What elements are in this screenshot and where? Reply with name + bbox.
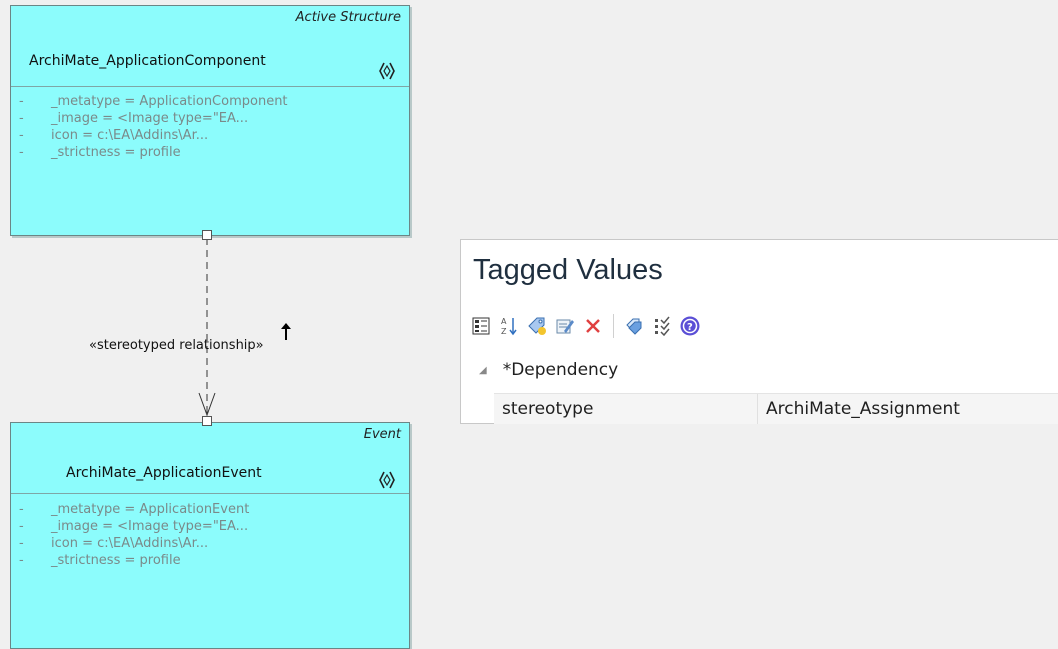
attribute-item: - _image = <Image type="EA...: [19, 111, 249, 126]
help-icon[interactable]: ?: [678, 314, 702, 338]
element-divider: [11, 493, 409, 494]
panel-title: Tagged Values: [473, 254, 663, 286]
source-element[interactable]: Active Structure ArchiMate_ApplicationCo…: [10, 5, 410, 236]
application-event-icon: [379, 471, 395, 489]
element-kind: Active Structure: [295, 10, 401, 25]
target-element[interactable]: Event ArchiMate_ApplicationEvent - _metat…: [10, 422, 410, 649]
categorized-view-icon[interactable]: [469, 314, 493, 338]
connector-target-handle[interactable]: [202, 416, 212, 426]
table-row[interactable]: stereotype ArchiMate_Assignment: [494, 393, 1058, 424]
collapse-triangle-icon[interactable]: ◢: [479, 365, 487, 376]
delete-icon[interactable]: [581, 314, 605, 338]
inherited-tags-icon[interactable]: [650, 314, 674, 338]
tagged-values-toolbar: AZ ?: [469, 312, 706, 340]
element-divider: [11, 86, 409, 87]
attribute-list: - _metatype = ApplicationEvent - _image = …: [19, 501, 249, 569]
svg-text:?: ?: [687, 322, 693, 333]
tagged-values-panel: Tagged Values AZ ? ◢ *Dependency stereot…: [460, 239, 1058, 424]
tag-groups-icon[interactable]: [622, 314, 646, 338]
toolbar-separator: [613, 314, 614, 338]
svg-text:Z: Z: [501, 327, 507, 336]
tag-name-cell[interactable]: stereotype: [494, 394, 758, 424]
attribute-item: - icon = c:\EA\Addins\Ar...: [19, 536, 209, 551]
attribute-item: - _strictness = profile: [19, 553, 181, 568]
move-cursor-icon: [281, 323, 291, 340]
tag-group-header[interactable]: ◢ *Dependency: [479, 360, 618, 380]
attribute-item: - icon = c:\EA\Addins\Ar...: [19, 128, 209, 143]
add-tag-icon[interactable]: [525, 314, 549, 338]
tag-value-cell[interactable]: ArchiMate_Assignment: [758, 399, 960, 419]
tag-group-label: *Dependency: [502, 360, 619, 380]
attribute-item: - _metatype = ApplicationComponent: [19, 94, 288, 109]
relationship-connector[interactable]: [190, 230, 230, 425]
element-kind: Event: [363, 427, 401, 442]
element-name: ArchiMate_ApplicationEvent: [66, 465, 262, 481]
element-name: ArchiMate_ApplicationComponent: [29, 53, 266, 69]
attribute-item: - _metatype = ApplicationEvent: [19, 502, 250, 517]
attribute-item: - _strictness = profile: [19, 145, 181, 160]
attribute-item: - _image = <Image type="EA...: [19, 519, 249, 534]
svg-text:A: A: [501, 317, 507, 326]
application-component-icon: [379, 62, 395, 80]
relationship-label[interactable]: «stereotyped relationship»: [89, 338, 264, 353]
edit-notes-icon[interactable]: [553, 314, 577, 338]
attribute-list: - _metatype = ApplicationComponent - _imag…: [19, 93, 288, 161]
connector-source-handle[interactable]: [202, 230, 212, 240]
sort-alphabetical-icon[interactable]: AZ: [497, 314, 521, 338]
